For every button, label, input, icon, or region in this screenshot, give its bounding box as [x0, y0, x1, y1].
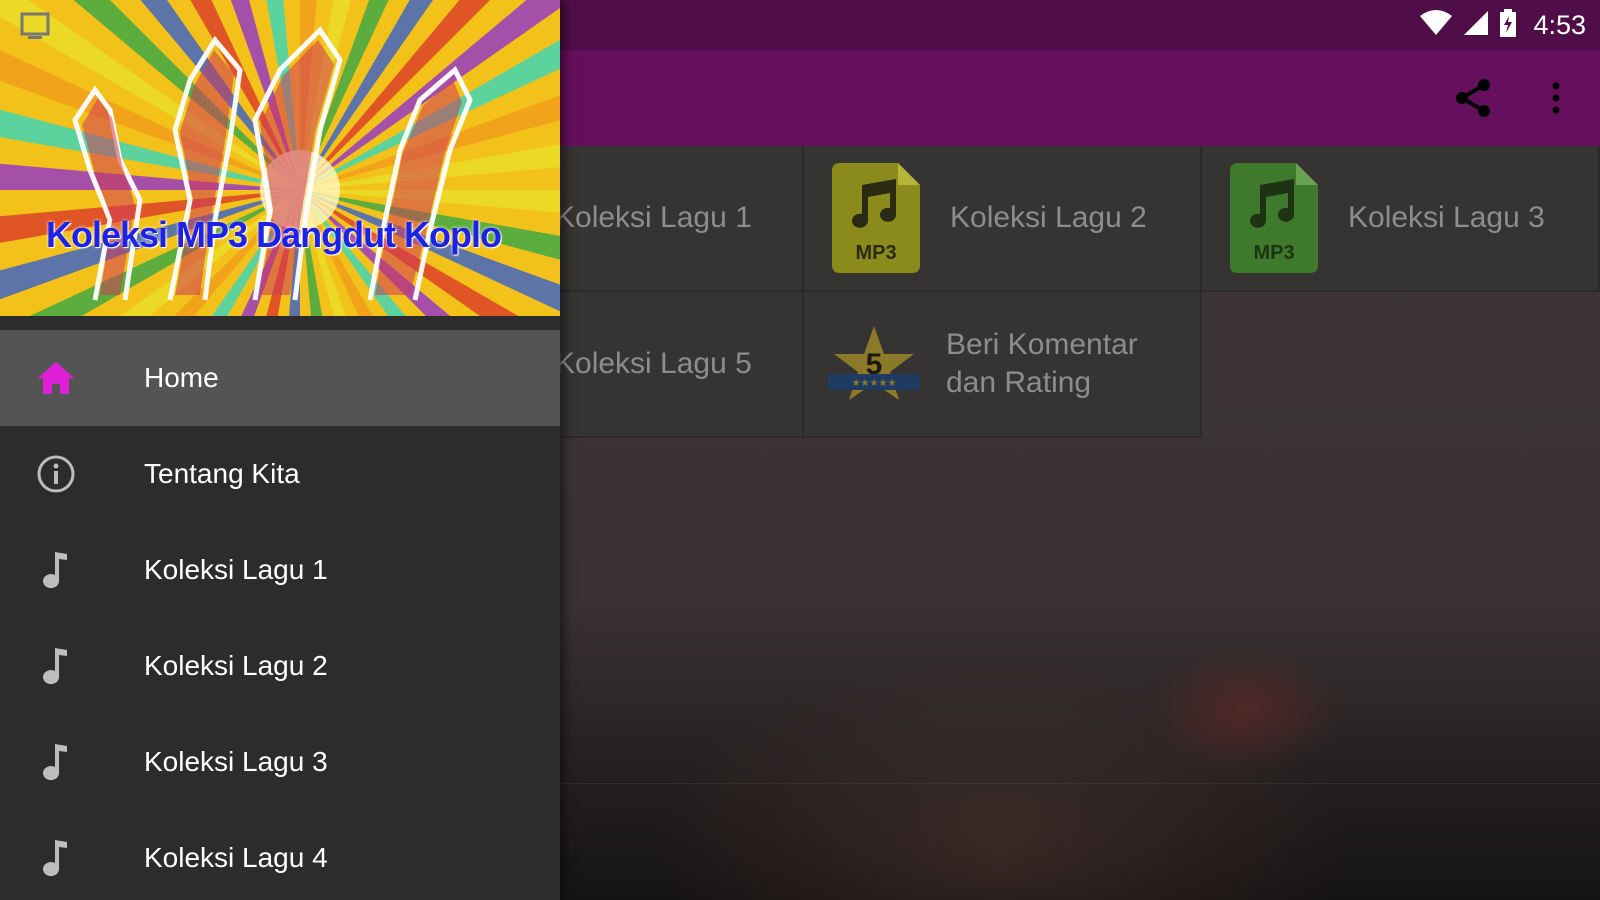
drawer-item-koleksi-lagu-4[interactable]: Koleksi Lagu 4 [0, 810, 560, 900]
drawer-scrim[interactable] [560, 0, 1600, 900]
drawer-divider [0, 316, 560, 330]
music-note-icon [34, 548, 78, 592]
drawer-item-label: Home [144, 362, 219, 393]
drawer-item-label: Koleksi Lagu 4 [144, 842, 328, 873]
drawer-header-title: Koleksi MP3 Dangdut Koplo [46, 214, 502, 255]
drawer-item-label: Koleksi Lagu 2 [144, 650, 328, 681]
drawer-item-koleksi-lagu-2[interactable]: Koleksi Lagu 2 [0, 618, 560, 714]
music-note-icon [34, 836, 78, 880]
drawer-item-tentang-kita[interactable]: Tentang Kita [0, 426, 560, 522]
home-icon [34, 356, 78, 400]
music-note-icon [34, 740, 78, 784]
music-note-icon [34, 644, 78, 688]
info-icon [34, 452, 78, 496]
drawer-item-label: Koleksi Lagu 1 [144, 554, 328, 585]
drawer-item-koleksi-lagu-3[interactable]: Koleksi Lagu 3 [0, 714, 560, 810]
drawer-item-home[interactable]: Home [0, 330, 560, 426]
drawer-header-image [0, 0, 560, 316]
drawer-item-label: Tentang Kita [144, 458, 300, 489]
drawer-item-label: Koleksi Lagu 3 [144, 746, 328, 777]
navigation-drawer: Koleksi MP3 Dangdut Koplo Home Tentang K… [0, 0, 560, 900]
drawer-item-koleksi-lagu-1[interactable]: Koleksi Lagu 1 [0, 522, 560, 618]
drawer-header: Koleksi MP3 Dangdut Koplo [0, 0, 560, 316]
drawer-nav-list: Home Tentang Kita Koleksi Lagu 1 Koleksi [0, 330, 560, 900]
